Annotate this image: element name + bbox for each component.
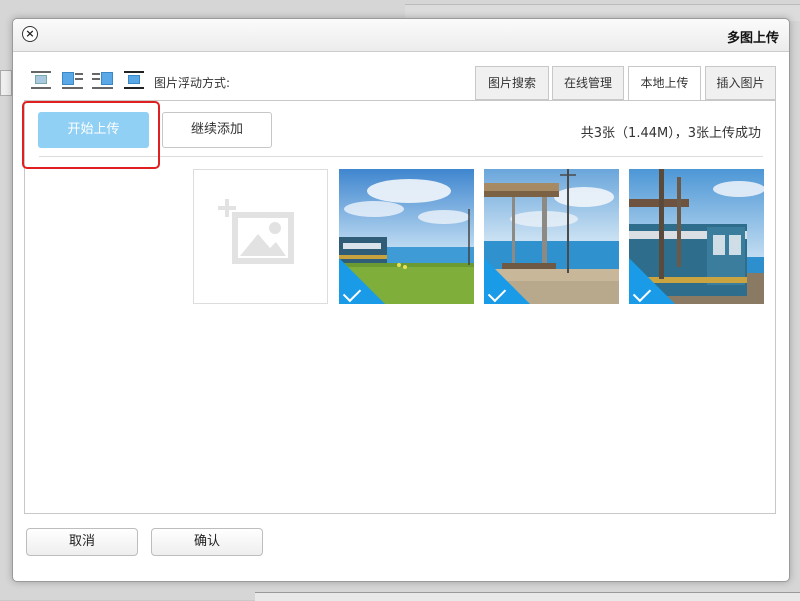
float-none-icon[interactable] bbox=[29, 69, 53, 91]
close-icon[interactable]: × bbox=[22, 26, 38, 42]
upload-panel: 开始上传 继续添加 共3张（1.44M），3张上传成功 bbox=[22, 100, 776, 514]
add-image-tile[interactable] bbox=[193, 169, 328, 304]
background-select bbox=[0, 70, 12, 96]
float-center-icon[interactable] bbox=[122, 69, 146, 91]
cancel-button[interactable]: 取消 bbox=[26, 528, 138, 556]
upload-status-text: 共3张（1.44M），3张上传成功 bbox=[580, 126, 761, 141]
continue-add-button[interactable]: 继续添加 bbox=[162, 112, 272, 148]
float-style-group bbox=[29, 69, 147, 91]
upload-dialog: × 多图上传 图片浮动方式: 图片搜索 在线管理 本地上传 插入图片 开始上传 … bbox=[12, 18, 790, 582]
uploaded-image-thumbnail[interactable] bbox=[629, 169, 764, 304]
dialog-titlebar: × 多图上传 bbox=[13, 19, 789, 52]
add-image-icon bbox=[218, 199, 294, 264]
float-left-icon[interactable] bbox=[60, 69, 84, 91]
uploaded-image-thumbnail[interactable] bbox=[339, 169, 474, 304]
float-right-icon[interactable] bbox=[91, 69, 115, 91]
confirm-button[interactable]: 确认 bbox=[151, 528, 263, 556]
dialog-title: 多图上传 bbox=[726, 31, 779, 46]
divider bbox=[39, 156, 763, 157]
tab-image-search[interactable]: 图片搜索 bbox=[475, 66, 549, 100]
tab-insert-image[interactable]: 插入图片 bbox=[705, 66, 776, 100]
start-upload-button[interactable]: 开始上传 bbox=[38, 112, 149, 148]
float-style-label: 图片浮动方式: bbox=[154, 76, 231, 90]
uploaded-image-thumbnail[interactable] bbox=[484, 169, 619, 304]
tab-local-upload[interactable]: 本地上传 bbox=[628, 66, 701, 101]
tab-online-manage[interactable]: 在线管理 bbox=[552, 66, 624, 100]
